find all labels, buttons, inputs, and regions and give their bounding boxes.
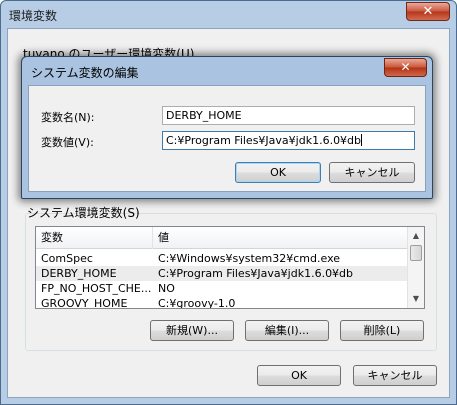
variable-value-text: C:¥Program Files¥Java¥jdk1.6.0¥db [166,134,362,147]
scroll-up-icon[interactable]: ▲ [409,228,423,244]
cancel-button[interactable]: キャンセル [353,365,437,386]
variable-name-label: 変数名(N): [41,111,95,124]
row-variable-name: ComSpec [41,252,93,265]
row-variable-value: C:¥groovy-1.0 [158,297,236,309]
column-header-value[interactable]: 値 [153,227,408,249]
row-variable-value: NO [158,282,175,295]
window-close-button[interactable]: ✕ [406,2,450,21]
window-title: 環境変数 [9,9,58,23]
table-row[interactable]: FP_NO_HOST_CHE... NO [36,281,408,296]
row-variable-name: DERBY_HOME [41,267,117,280]
edit-system-variable-dialog: システム変数の編集 ✕ 変数名(N): DERBY_HOME 変数値(V): C… [21,56,433,199]
system-variables-list[interactable]: 変数 値 ComSpec C:¥Windows¥system32¥cmd.exe… [35,226,425,309]
dialog-client-area: 変数名(N): DERBY_HOME 変数値(V): C:¥Program Fi… [28,85,426,192]
dialog-title: システム変数の編集 [31,66,139,80]
variable-name-input[interactable]: DERBY_HOME [162,106,415,125]
close-icon: ✕ [400,60,411,74]
text-caret [361,134,363,146]
table-row[interactable]: DERBY_HOME C:¥Program Files¥Java¥jdk1.6.… [36,266,408,281]
new-variable-button[interactable]: 新規(W)... [150,320,234,341]
row-variable-value: C:¥Program Files¥Java¥jdk1.6.0¥db [158,267,354,280]
row-variable-name: FP_NO_HOST_CHE... [41,282,151,295]
ok-button[interactable]: OK [257,365,341,386]
column-header-variable[interactable]: 変数 [36,227,153,249]
list-scrollbar[interactable]: ▲ ▼ [407,227,424,308]
variable-value-label: 変数値(V): [41,136,94,149]
scrollbar-thumb[interactable] [410,245,422,261]
table-row[interactable]: ComSpec C:¥Windows¥system32¥cmd.exe [36,251,408,266]
scroll-down-icon[interactable]: ▼ [409,291,423,307]
dialog-close-button[interactable]: ✕ [384,58,427,77]
dialog-ok-button[interactable]: OK [235,162,321,183]
edit-variable-button[interactable]: 編集(I)... [245,320,329,341]
system-variables-group-label: システム環境変数(S) [27,206,140,220]
dialog-cancel-button[interactable]: キャンセル [329,162,415,183]
variable-value-input[interactable]: C:¥Program Files¥Java¥jdk1.6.0¥db [162,131,415,150]
table-row[interactable]: GROOVY_HOME C:¥groovy-1.0 [36,296,408,309]
delete-variable-button[interactable]: 削除(L) [340,320,424,341]
row-variable-name: GROOVY_HOME [41,297,128,309]
close-icon: ✕ [422,4,434,19]
list-header: 変数 値 [36,227,408,249]
row-variable-value: C:¥Windows¥system32¥cmd.exe [158,252,341,265]
variable-name-text: DERBY_HOME [166,109,242,122]
